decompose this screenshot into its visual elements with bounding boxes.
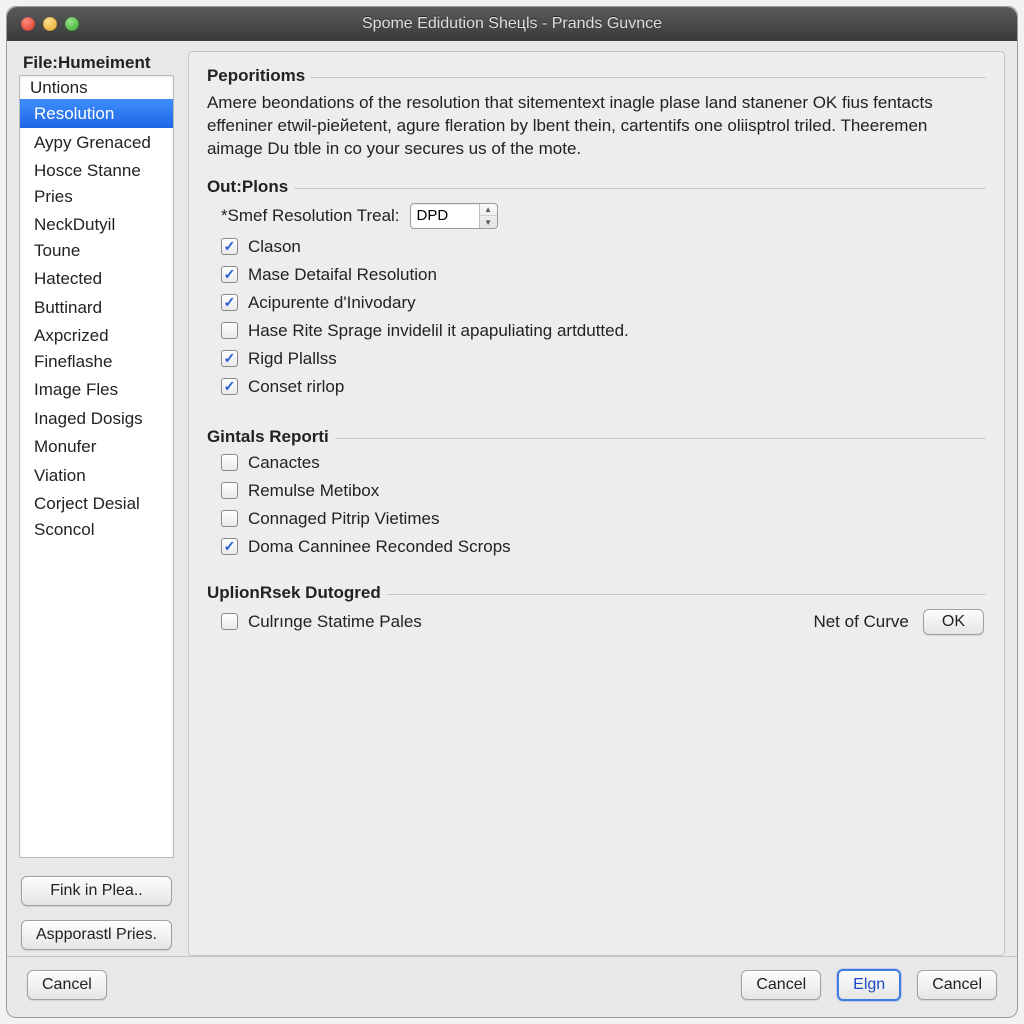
sidebar-subheader: Untions (20, 76, 173, 99)
sidebar-item-label: Hatected (34, 269, 102, 288)
resolution-row: *Smef Resolution Treal: ▲ ▼ (207, 199, 986, 233)
window-title: Spome Edidution Sheцls - Prands Guvnce (7, 15, 1017, 33)
settings-panel: Peporitioms Amere beondations of the res… (188, 51, 1005, 956)
sidebar-item-label: Corject Desial Sconcol (34, 494, 140, 539)
description-group: Peporitioms Amere beondations of the res… (207, 66, 986, 163)
dialog-footer: Cancel Cancel Elgn Cancel (7, 956, 1017, 1017)
mase-checkbox[interactable] (221, 266, 238, 283)
sidebar-item[interactable]: Hatected (20, 264, 173, 293)
canactes-checkbox[interactable] (221, 454, 238, 471)
resolution-input[interactable] (411, 204, 479, 228)
close-icon[interactable] (21, 17, 35, 31)
sidebar-item-label: NeckDutyil Toune (34, 215, 115, 260)
rigd-checkbox[interactable] (221, 350, 238, 367)
check-label: Culrınge Statime Pales (248, 612, 422, 632)
sidebar-item-label: Inaged Dosigs (34, 409, 143, 428)
hase-checkbox[interactable] (221, 322, 238, 339)
sidebar-item[interactable]: Aypy Grenaced (20, 128, 173, 157)
sidebar-item[interactable]: Hosce Stanne Pries (20, 156, 173, 210)
net-label: Net of Curve (813, 612, 908, 632)
chevron-down-icon[interactable]: ▼ (480, 216, 497, 228)
outplons-title: Out:Plons (207, 177, 294, 199)
cancel-button-2[interactable]: Cancel (917, 970, 997, 1000)
sidebar-item-label: Aypy Grenaced (34, 133, 151, 152)
check-row: Remulse Metibox (207, 477, 986, 505)
traffic-lights (7, 17, 79, 31)
sidebar-item[interactable]: Inaged Dosigs (20, 404, 173, 433)
check-label: Acipurente d'Inivodary (248, 293, 416, 313)
sidebar-item-label: Resolution (34, 104, 114, 123)
uplink-row: Culrınge Statime Pales Net of Curve OK (207, 605, 986, 639)
check-label: Remulse Metibox (248, 481, 379, 501)
sidebar-list[interactable]: Untions Resolution Aypy Grenaced Hosce S… (19, 75, 174, 858)
check-row: Conset rirlop (207, 373, 986, 401)
elgn-button[interactable]: Elgn (837, 969, 901, 1001)
check-label: Conset rirlop (248, 377, 344, 397)
sidebar-item[interactable]: Buttinard (20, 293, 173, 322)
chevron-up-icon[interactable]: ▲ (480, 204, 497, 217)
remulse-checkbox[interactable] (221, 482, 238, 499)
check-label: Connaged Pitrip Vietimes (248, 509, 440, 529)
check-label: Mase Detaifal Resolution (248, 265, 437, 285)
check-row: Connaged Pitrip Vietimes (207, 505, 986, 533)
check-row: Clason (207, 233, 986, 261)
clason-checkbox[interactable] (221, 238, 238, 255)
sidebar-item-label: Monufer (34, 437, 96, 456)
gintals-title: Gintals Reporti (207, 427, 335, 449)
fink-button[interactable]: Fink in Plea.. (21, 876, 172, 906)
aspporast-button[interactable]: Aspporastl Pries. (21, 920, 172, 950)
sidebar-item-label: Viation (34, 466, 86, 485)
cancel-button-left[interactable]: Cancel (27, 970, 107, 1000)
check-row: Doma Canninee Reconded Scrops (207, 533, 986, 561)
titlebar[interactable]: Spome Edidution Sheцls - Prands Guvnce (7, 7, 1017, 41)
zoom-icon[interactable] (65, 17, 79, 31)
sidebar: File:Humeiment Untions Resolution Aypy G… (19, 51, 174, 956)
sidebar-item[interactable]: NeckDutyil Toune (20, 210, 173, 264)
check-label: Clason (248, 237, 301, 257)
outplons-group: Out:Plons *Smef Resolution Treal: ▲ ▼ (207, 177, 986, 401)
sidebar-item[interactable]: Corject Desial Sconcol (20, 489, 173, 543)
description-text: Amere beondations of the resolution that… (207, 88, 986, 163)
stepper[interactable]: ▲ ▼ (479, 204, 497, 228)
uplink-title: UplionRsek Dutogred (207, 583, 387, 605)
doma-checkbox[interactable] (221, 538, 238, 555)
sidebar-item[interactable]: Axpcrized Fineflashe (20, 321, 173, 375)
check-label: Rigd Plallss (248, 349, 337, 369)
sidebar-item-label: Hosce Stanne Pries (34, 161, 141, 206)
culringe-checkbox[interactable] (221, 613, 238, 630)
preferences-window: Spome Edidution Sheцls - Prands Guvnce F… (6, 6, 1018, 1018)
resolution-label: *Smef Resolution Treal: (221, 206, 400, 226)
dialog-body: File:Humeiment Untions Resolution Aypy G… (7, 41, 1017, 1017)
cancel-button[interactable]: Cancel (741, 970, 821, 1000)
sidebar-buttons: Fink in Plea.. Aspporastl Pries. (19, 876, 174, 950)
sidebar-header: File:Humeiment (19, 51, 174, 73)
sidebar-item-label: Image Fles (34, 380, 118, 399)
uplink-group: UplionRsek Dutogred Culrınge Statime Pal… (207, 583, 986, 639)
ok-button[interactable]: OK (923, 609, 984, 635)
dialog-content: File:Humeiment Untions Resolution Aypy G… (7, 41, 1017, 956)
sidebar-item-label: Buttinard (34, 298, 102, 317)
check-row: Acipurente d'Inivodary (207, 289, 986, 317)
resolution-select[interactable]: ▲ ▼ (410, 203, 498, 229)
check-row: Hase Rite Sprage invidelil it apapuliati… (207, 317, 986, 345)
check-label: Doma Canninee Reconded Scrops (248, 537, 511, 557)
conset-checkbox[interactable] (221, 378, 238, 395)
check-label: Canactes (248, 453, 320, 473)
check-label: Hase Rite Sprage invidelil it apapuliati… (248, 321, 629, 341)
sidebar-item-label: Axpcrized Fineflashe (34, 326, 112, 371)
sidebar-item[interactable]: Viation (20, 461, 173, 490)
gintals-group: Gintals Reporti Canactes Remulse Metibox… (207, 427, 986, 561)
check-row: Mase Detaifal Resolution (207, 261, 986, 289)
acipurente-checkbox[interactable] (221, 294, 238, 311)
check-row: Rigd Plallss (207, 345, 986, 373)
description-title: Peporitioms (207, 66, 311, 88)
sidebar-item[interactable]: Monufer (20, 432, 173, 461)
check-row: Canactes (207, 449, 986, 477)
connaged-checkbox[interactable] (221, 510, 238, 527)
minimize-icon[interactable] (43, 17, 57, 31)
sidebar-item[interactable]: Image Fles (20, 375, 173, 404)
sidebar-item-resolution[interactable]: Resolution (20, 99, 173, 128)
